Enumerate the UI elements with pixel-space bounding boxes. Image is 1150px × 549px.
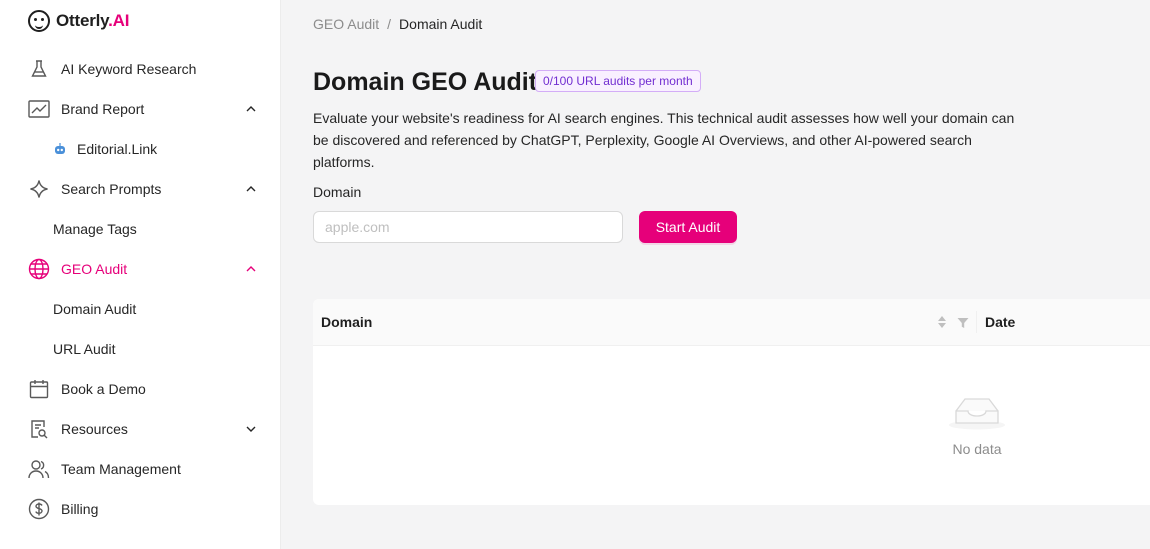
- page-title: Domain GEO Audit: [313, 68, 538, 96]
- sidebar-item-ai-keyword-research[interactable]: AI Keyword Research: [28, 53, 260, 85]
- breadcrumb: GEO Audit / Domain Audit: [313, 16, 482, 32]
- empty-inbox-icon: [945, 387, 1009, 431]
- sidebar-item-label: URL Audit: [53, 341, 116, 357]
- sidebar-item-team-management[interactable]: Team Management: [28, 453, 260, 485]
- flask-icon: [28, 58, 50, 80]
- chevron-up-icon[interactable]: [244, 182, 258, 196]
- sidebar-item-label: AI Keyword Research: [61, 61, 197, 77]
- sidebar-item-label: Book a Demo: [61, 381, 146, 397]
- table-header: Domain Date: [313, 299, 1150, 346]
- sidebar-item-label: Search Prompts: [61, 181, 162, 197]
- sidebar-item-search-prompts[interactable]: Search Prompts: [28, 173, 260, 205]
- sidebar-item-geo-audit[interactable]: GEO Audit: [28, 253, 260, 285]
- breadcrumb-parent[interactable]: GEO Audit: [313, 16, 379, 32]
- sidebar-item-manage-tags[interactable]: Manage Tags: [53, 213, 260, 245]
- main-content: GEO Audit / Domain Audit Domain GEO Audi…: [281, 0, 1150, 549]
- calendar-icon: [28, 378, 50, 400]
- column-header-domain[interactable]: Domain: [321, 314, 372, 330]
- sidebar-item-label: Resources: [61, 421, 128, 437]
- sidebar-item-brand-report[interactable]: Brand Report: [28, 93, 260, 125]
- sidebar-item-url-audit[interactable]: URL Audit: [53, 333, 260, 365]
- sparkle-icon: [28, 178, 50, 200]
- sidebar-item-label: Team Management: [61, 461, 181, 477]
- sidebar-item-book-a-demo[interactable]: Book a Demo: [28, 373, 260, 405]
- users-icon: [28, 458, 50, 480]
- sidebar: Otterly.AI AI Keyword Research Brand Rep…: [0, 0, 281, 549]
- breadcrumb-separator: /: [387, 16, 392, 32]
- sidebar-item-label: Domain Audit: [53, 301, 137, 317]
- sidebar-item-domain-audit[interactable]: Domain Audit: [53, 293, 260, 325]
- sidebar-item-label: Manage Tags: [53, 221, 137, 237]
- page-description: Evaluate your website's readiness for AI…: [313, 110, 1015, 170]
- filter-icon[interactable]: [957, 316, 969, 328]
- chevron-up-icon[interactable]: [244, 102, 258, 116]
- column-divider: [976, 311, 977, 333]
- sidebar-item-billing[interactable]: Billing: [28, 493, 260, 525]
- otter-logo-icon: [28, 10, 50, 32]
- breadcrumb-current: Domain Audit: [399, 16, 483, 32]
- domain-input[interactable]: [313, 211, 623, 243]
- sidebar-item-label: GEO Audit: [61, 261, 128, 277]
- column-header-date[interactable]: Date: [985, 314, 1015, 330]
- sidebar-item-editorial-link[interactable]: Editorial.Link: [53, 133, 285, 165]
- start-audit-button[interactable]: Start Audit: [639, 211, 737, 243]
- empty-state-text: No data: [952, 441, 1002, 457]
- dollar-icon: [28, 498, 50, 520]
- brand-name: Otterly.AI: [56, 11, 130, 30]
- sidebar-item-label: Billing: [61, 501, 99, 517]
- sort-icon[interactable]: [937, 314, 947, 330]
- chevron-up-icon[interactable]: [244, 262, 258, 276]
- robot-icon: [53, 138, 67, 160]
- sidebar-item-label: Editorial.Link: [77, 141, 158, 157]
- sidebar-item-label: Brand Report: [61, 101, 145, 117]
- brand-logo[interactable]: Otterly.AI: [28, 10, 129, 32]
- document-search-icon: [28, 418, 50, 440]
- sidebar-item-resources[interactable]: Resources: [28, 413, 260, 445]
- audits-table: Domain Date No data: [313, 299, 1150, 505]
- globe-icon: [28, 258, 50, 280]
- chevron-down-icon[interactable]: [244, 422, 258, 436]
- domain-label: Domain: [313, 184, 362, 200]
- line-chart-icon: [28, 98, 50, 120]
- quota-badge: 0/100 URL audits per month: [535, 70, 701, 92]
